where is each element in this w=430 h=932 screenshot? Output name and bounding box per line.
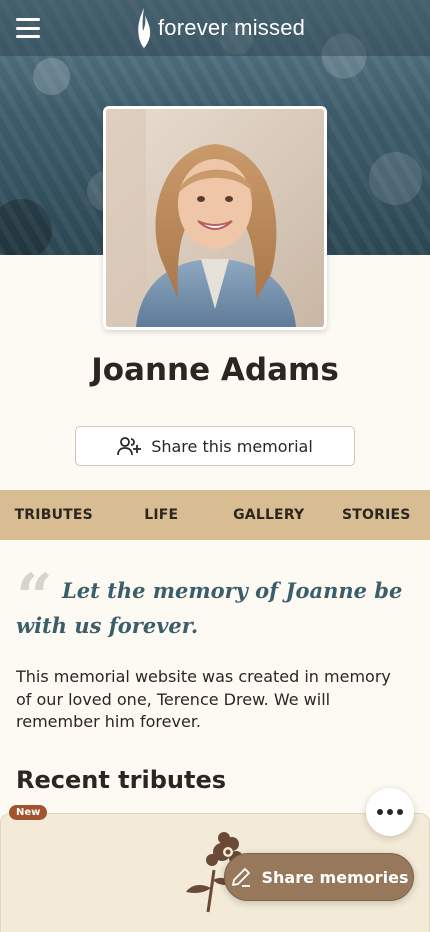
tab-stories[interactable]: STORIES	[323, 490, 430, 540]
memorial-name: Joanne Adams	[91, 352, 339, 388]
new-badge: New	[9, 805, 48, 820]
tab-gallery[interactable]: GALLERY	[215, 490, 323, 540]
flame-icon	[138, 8, 151, 48]
pen-icon	[231, 868, 250, 887]
recent-tributes-title: Recent tributes	[16, 766, 227, 794]
menu-icon[interactable]	[16, 18, 40, 38]
profile-photo	[103, 106, 327, 330]
brand-name: forever missed	[158, 15, 306, 40]
tab-tributes[interactable]: TRIBUTES	[0, 490, 108, 540]
memorial-quote: Let the memory of Joanne be with us fore…	[16, 578, 403, 638]
share-memorial-label: Share this memorial	[151, 436, 313, 456]
brand-logo[interactable]: forever missed	[136, 6, 305, 50]
top-bar: forever missed	[0, 0, 430, 56]
share-memories-button[interactable]: Share memories	[224, 853, 414, 901]
add-people-icon	[117, 437, 142, 456]
memorial-intro: This memorial website was created in mem…	[16, 667, 391, 731]
share-memorial-button[interactable]: Share this memorial	[75, 426, 355, 466]
tab-bar: TRIBUTES LIFE GALLERY STORIES	[0, 490, 430, 540]
more-options-button[interactable]	[366, 788, 414, 836]
tab-life[interactable]: LIFE	[108, 490, 216, 540]
share-memories-label: Share memories	[261, 867, 409, 887]
